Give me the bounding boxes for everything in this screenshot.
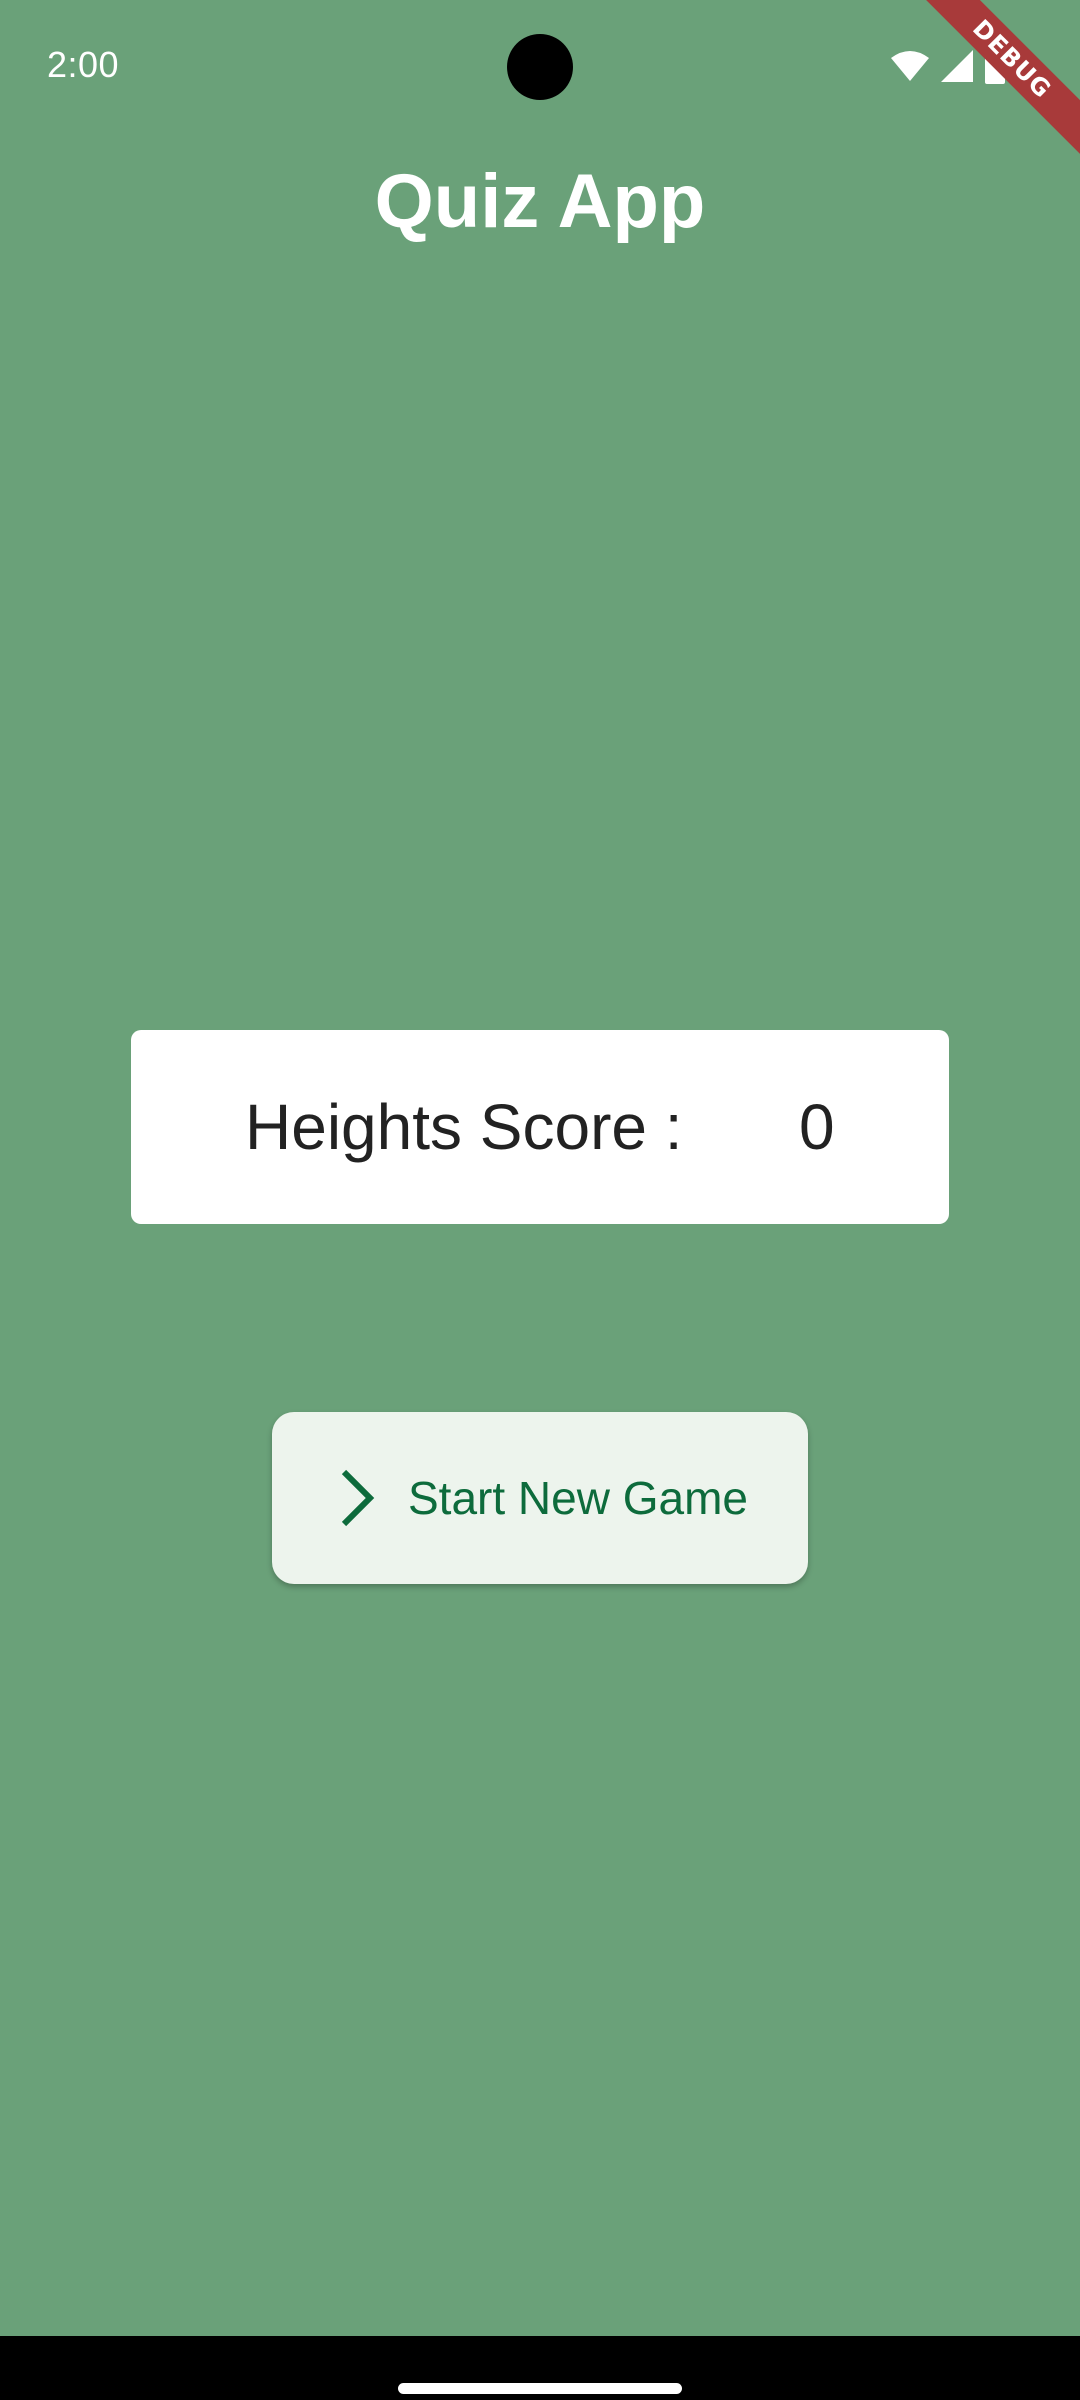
home-indicator[interactable] [398, 2383, 682, 2394]
wifi-icon [891, 51, 929, 81]
high-score-card: Heights Score : 0 [131, 1030, 949, 1224]
page-title: Quiz App [374, 159, 706, 244]
cellular-signal-icon [941, 50, 973, 82]
status-bar: 2:00 [0, 0, 1080, 134]
camera-cutout [507, 34, 573, 100]
start-new-game-button[interactable]: Start New Game [272, 1412, 808, 1584]
start-new-game-label: Start New Game [408, 1472, 748, 1524]
status-icons [890, 46, 1006, 86]
chevron-right-icon [341, 1469, 375, 1527]
battery-icon [985, 48, 1005, 84]
high-score-value: 0 [799, 1091, 835, 1163]
high-score-label: Heights Score : [245, 1091, 683, 1163]
status-time: 2:00 [47, 44, 120, 85]
